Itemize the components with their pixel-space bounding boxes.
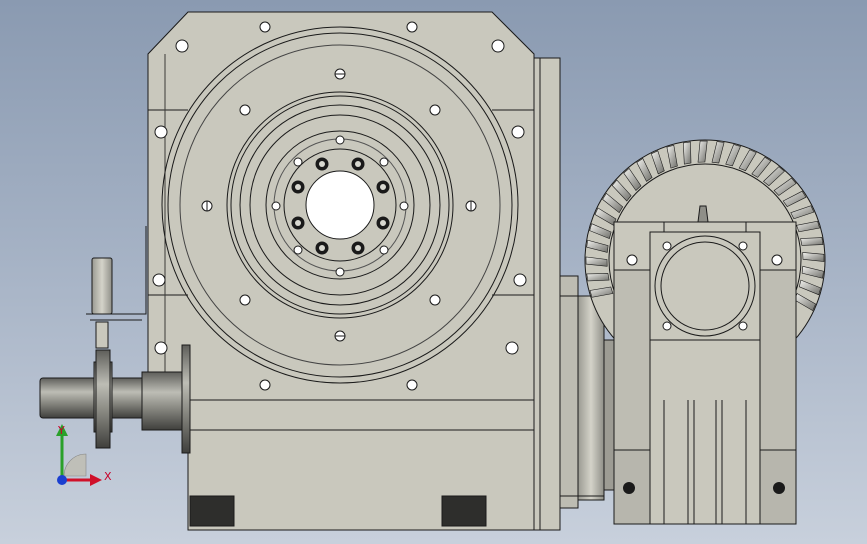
housing-foot-left: [189, 495, 235, 527]
fan-fin: [682, 141, 692, 165]
gearbox-model[interactable]: [0, 0, 867, 544]
x-axis-label: X: [104, 470, 112, 483]
coordinate-triad: [56, 424, 102, 486]
worm-gearbox[interactable]: [613, 205, 797, 525]
housing-foot-right: [441, 495, 487, 527]
triad-rotation-arc: [63, 453, 87, 477]
fan-fin: [586, 273, 610, 282]
dowel-pin[interactable]: [86, 226, 147, 349]
fan-fin: [800, 237, 824, 246]
x-axis-arrowhead: [90, 474, 102, 486]
gearbox-lower-body: [649, 339, 761, 525]
triad-origin: [57, 475, 67, 485]
bore-hole: [305, 170, 375, 240]
y-axis-label: Y: [58, 424, 65, 437]
cad-viewport[interactable]: Y X: [0, 0, 867, 544]
adapter-plate[interactable]: [533, 57, 561, 531]
